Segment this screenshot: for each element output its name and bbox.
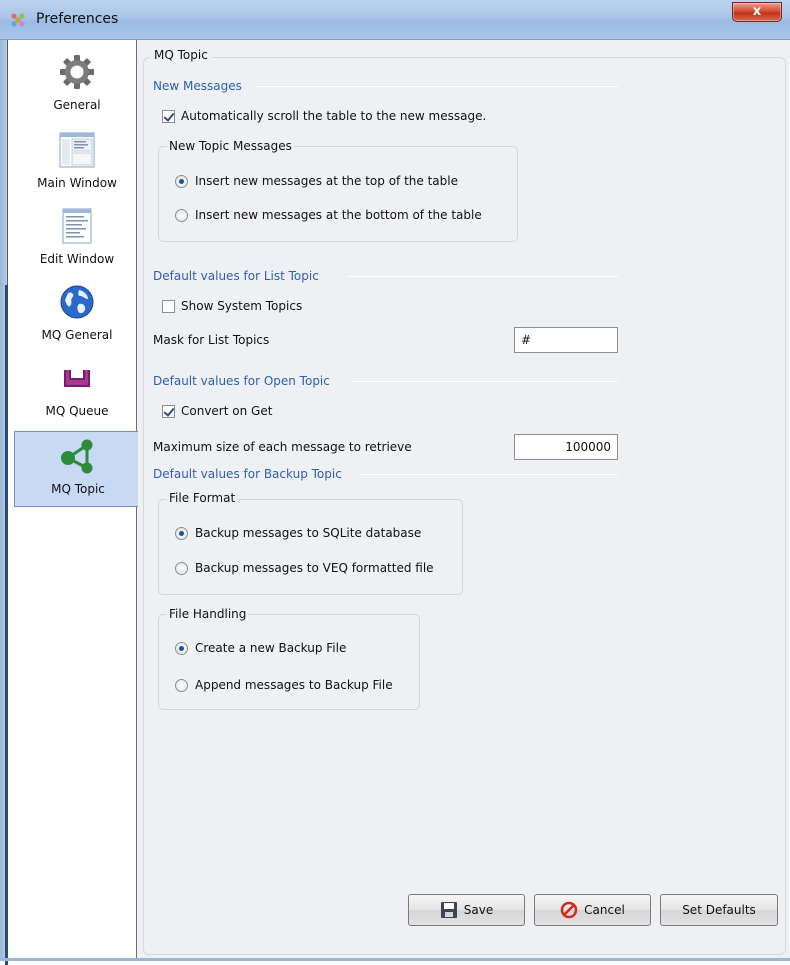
save-button[interactable]: Save [408, 894, 525, 926]
floppy-disk-icon [440, 902, 457, 918]
show-system-topics-checkbox[interactable]: Show System Topics [162, 299, 302, 313]
backup-sqlite-label: Backup messages to SQLite database [195, 526, 422, 540]
cancel-button[interactable]: Cancel [534, 894, 651, 926]
globe-icon [60, 285, 94, 319]
separator [352, 381, 618, 382]
radio-button[interactable] [175, 561, 188, 575]
sidebar-item-mq-queue[interactable]: MQ Queue [14, 354, 140, 430]
create-new-backup-radio[interactable]: Create a new Backup File [175, 641, 346, 655]
sidebar-item-label: MQ Topic [51, 482, 105, 496]
queue-icon [64, 370, 90, 387]
preferences-window: Preferences x General Main Window Edit W… [0, 0, 790, 965]
max-size-label: Maximum size of each message to retrieve [153, 440, 412, 454]
window-frame-left [0, 40, 8, 965]
sidebar-item-label: General [53, 98, 101, 112]
set-defaults-label: Set Defaults [682, 903, 756, 917]
separator [360, 474, 618, 475]
backup-veq-radio[interactable]: Backup messages to VEQ formatted file [175, 561, 434, 575]
radio-button[interactable] [175, 526, 188, 540]
file-handling-title: File Handling [167, 607, 249, 621]
sidebar-item-label: MQ General [41, 328, 113, 342]
sidebar-item-label: Main Window [37, 176, 117, 190]
insert-top-radio[interactable]: Insert new messages at the top of the ta… [175, 174, 458, 188]
sidebar-item-label: MQ Queue [45, 404, 109, 418]
list-topic-heading: Default values for List Topic [153, 269, 319, 283]
convert-on-get-checkbox[interactable]: Convert on Get [162, 404, 272, 418]
auto-scroll-checkbox[interactable]: Automatically scroll the table to the ne… [162, 109, 486, 123]
file-handling-group [158, 614, 420, 710]
radio-button[interactable] [175, 641, 188, 655]
cancel-label: Cancel [584, 903, 625, 917]
save-label: Save [463, 903, 494, 917]
edit-window-icon [62, 208, 92, 244]
close-button[interactable]: x [732, 2, 782, 22]
checkbox-box[interactable] [162, 109, 175, 123]
sidebar-item-mq-general[interactable]: MQ General [14, 278, 140, 354]
sidebar-item-general[interactable]: General [14, 48, 140, 124]
set-defaults-button[interactable]: Set Defaults [660, 894, 778, 926]
sidebar-item-label: Edit Window [39, 252, 115, 266]
append-backup-label: Append messages to Backup File [195, 678, 393, 692]
file-format-group [158, 499, 463, 595]
gear-icon [60, 55, 94, 89]
max-size-input[interactable] [514, 434, 618, 460]
convert-on-get-label: Convert on Get [181, 404, 273, 418]
append-backup-radio[interactable]: Append messages to Backup File [175, 678, 393, 692]
radio-button[interactable] [175, 208, 188, 222]
sidebar-item-mq-topic[interactable]: MQ Topic [14, 431, 140, 507]
insert-top-label: Insert new messages at the top of the ta… [195, 174, 458, 188]
open-topic-heading: Default values for Open Topic [153, 374, 330, 388]
title-bar[interactable]: Preferences x [0, 0, 790, 40]
mask-input[interactable] [514, 327, 618, 353]
cancel-icon [560, 901, 578, 919]
create-new-backup-label: Create a new Backup File [195, 641, 347, 655]
show-system-topics-label: Show System Topics [181, 299, 303, 313]
backup-veq-label: Backup messages to VEQ formatted file [195, 561, 434, 575]
separator [256, 86, 618, 87]
auto-scroll-label: Automatically scroll the table to the ne… [181, 109, 487, 123]
checkbox-box[interactable] [162, 299, 175, 313]
topic-icon [61, 439, 93, 474]
window-title: Preferences [36, 11, 119, 27]
checkbox-box[interactable] [162, 404, 175, 418]
app-icon [11, 13, 25, 27]
backup-sqlite-radio[interactable]: Backup messages to SQLite database [175, 526, 421, 540]
panel-title: MQ Topic [150, 48, 212, 62]
new-messages-heading: New Messages [153, 79, 242, 93]
radio-button[interactable] [175, 174, 188, 188]
insert-bottom-label: Insert new messages at the bottom of the… [195, 208, 482, 222]
insert-bottom-radio[interactable]: Insert new messages at the bottom of the… [175, 208, 482, 222]
file-format-title: File Format [167, 491, 238, 505]
sidebar-item-main-window[interactable]: Main Window [14, 126, 140, 202]
close-icon: x [752, 4, 762, 19]
new-topic-messages-title: New Topic Messages [167, 139, 294, 153]
radio-button[interactable] [175, 678, 188, 692]
sidebar: General Main Window Edit Window MQ Gener… [8, 40, 140, 958]
mask-label: Mask for List Topics [153, 333, 270, 347]
main-window-icon [59, 132, 95, 168]
backup-topic-heading: Default values for Backup Topic [153, 467, 342, 481]
new-topic-messages-group [158, 146, 518, 242]
sidebar-item-edit-window[interactable]: Edit Window [14, 202, 140, 278]
separator [348, 276, 618, 277]
